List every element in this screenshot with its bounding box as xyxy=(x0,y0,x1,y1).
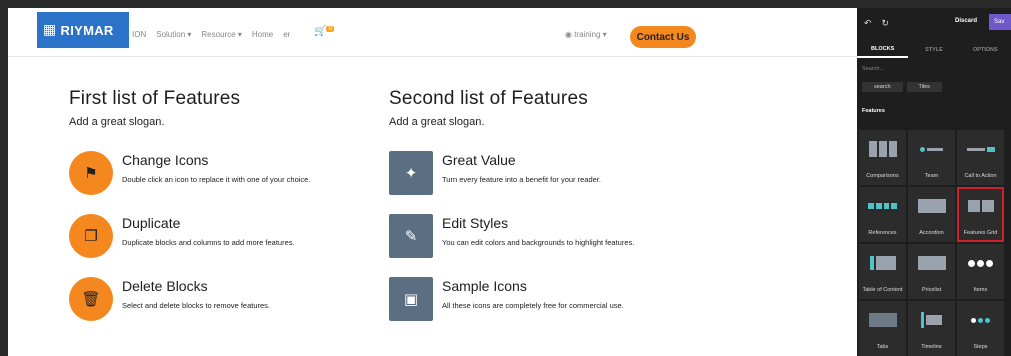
feature-desc: Duplicate blocks and columns to add more… xyxy=(122,238,295,247)
cart-badge: 0 xyxy=(326,26,334,32)
block-tile[interactable]: Tabs xyxy=(859,301,906,356)
search-input[interactable]: Search... xyxy=(860,66,1011,78)
block-tile[interactable]: Accordion xyxy=(908,187,955,242)
feature-title: Sample Icons xyxy=(442,278,527,294)
block-preview-icon xyxy=(966,140,995,158)
block-tile[interactable]: Team xyxy=(908,130,955,185)
magic-wand-icon[interactable]: ✦ xyxy=(389,151,433,195)
filter-tiles[interactable]: Tiles xyxy=(906,82,942,92)
block-preview-icon xyxy=(917,140,946,158)
logo[interactable]: ▦ RIYMAR xyxy=(37,12,129,48)
feature-desc: You can edit colors and backgrounds to h… xyxy=(442,238,635,247)
block-preview-icon xyxy=(917,311,946,329)
cart-button[interactable]: 🛒 0 xyxy=(314,26,334,37)
panel-tabs: BLOCKS STYLE OPTIONS xyxy=(857,38,1011,62)
feature-item[interactable]: ⚑ Change Icons Double click an icon to re… xyxy=(69,151,310,195)
block-preview-icon xyxy=(868,311,897,329)
feature-desc: Select and delete blocks to remove featu… xyxy=(122,301,271,310)
block-preview-icon xyxy=(868,197,897,215)
user-icon: ◉ xyxy=(565,30,575,39)
feature-title: Edit Styles xyxy=(442,215,509,231)
block-tile-selected[interactable]: Features Grid xyxy=(957,187,1004,242)
block-preview-icon xyxy=(966,254,995,272)
eyedropper-icon[interactable]: ✎ xyxy=(389,214,433,258)
contact-button[interactable]: Contact Us xyxy=(630,26,696,48)
section-slogan: Add a great slogan. xyxy=(389,116,485,128)
section-title: First list of Features xyxy=(69,88,241,109)
block-tile[interactable]: Pricelist xyxy=(908,244,955,299)
discard-button[interactable]: Discard xyxy=(955,18,977,24)
feature-title: Duplicate xyxy=(122,215,181,231)
filter-search[interactable]: search xyxy=(862,82,903,92)
section-label: Features xyxy=(862,108,885,114)
tab-options[interactable]: OPTIONS xyxy=(960,43,1011,57)
feature-item[interactable]: ✎ Edit Styles You can edit colors and bac… xyxy=(389,214,634,258)
site-navbar: ▦ RIYMAR ION Solution ▾ Resource ▾ Home e… xyxy=(8,8,857,57)
feature-title: Change Icons xyxy=(122,152,209,168)
block-tile[interactable]: Timeline xyxy=(908,301,955,356)
nav-link[interactable]: Resource ▾ xyxy=(201,30,241,39)
block-tile[interactable]: Items xyxy=(957,244,1004,299)
undo-icon[interactable]: ↶ xyxy=(864,18,872,29)
section-title: Second list of Features xyxy=(389,88,588,109)
nav-link[interactable]: Solution ▾ xyxy=(156,30,191,39)
block-tile[interactable]: Steps xyxy=(957,301,1004,356)
feature-item[interactable]: ❐ Duplicate Duplicate blocks and columns … xyxy=(69,214,295,258)
block-preview-icon xyxy=(966,197,995,215)
flag-icon[interactable]: ⚑ xyxy=(69,151,113,195)
block-tile[interactable]: Call to Action xyxy=(957,130,1004,185)
nav-link[interactable]: ION xyxy=(132,30,146,39)
feature-desc: Turn every feature into a benefit for yo… xyxy=(442,175,601,184)
feature-item[interactable]: ✦ Great Value Turn every feature into a b… xyxy=(389,151,601,195)
redo-icon[interactable]: ↻ xyxy=(882,18,890,29)
block-preview-icon xyxy=(966,311,995,329)
feature-title: Delete Blocks xyxy=(122,278,208,294)
feature-item[interactable]: ▣ Sample Icons All these icons are comple… xyxy=(389,277,624,321)
image-icon[interactable]: ▣ xyxy=(389,277,433,321)
nav-link[interactable]: er xyxy=(283,30,290,39)
page-canvas: ▦ RIYMAR ION Solution ▾ Resource ▾ Home e… xyxy=(0,0,857,356)
tab-blocks[interactable]: BLOCKS xyxy=(857,42,909,58)
feature-desc: All these icons are completely free for … xyxy=(442,301,624,310)
feature-desc: Double click an icon to replace it with … xyxy=(122,175,311,184)
copy-icon[interactable]: ❐ xyxy=(69,214,113,258)
block-tile[interactable]: Table of Content xyxy=(859,244,906,299)
logo-icon: ▦ xyxy=(43,22,57,38)
save-button[interactable]: Sav xyxy=(989,14,1011,30)
blocks-panel: ↶ ↻ Discard Sav BLOCKS STYLE OPTIONS Sea… xyxy=(857,8,1011,356)
block-tile[interactable]: Comparisons xyxy=(859,130,906,185)
section-slogan: Add a great slogan. xyxy=(69,116,165,128)
logo-text: RIYMAR xyxy=(60,22,114,38)
trash-icon[interactable]: 🗑 xyxy=(69,277,113,321)
filter-buttons: search Tiles xyxy=(862,82,1011,92)
block-preview-icon xyxy=(868,254,897,272)
cart-icon: 🛒 xyxy=(314,26,327,37)
block-tile[interactable]: References xyxy=(859,187,906,242)
nav-links: ION Solution ▾ Resource ▾ Home er xyxy=(132,30,290,39)
features-column-1: First list of Features Add a great sloga… xyxy=(69,88,240,128)
tab-style[interactable]: STYLE xyxy=(908,43,959,57)
block-preview-icon xyxy=(868,140,897,158)
feature-item[interactable]: 🗑 Delete Blocks Select and delete blocks … xyxy=(69,277,270,321)
panel-toolbar: ↶ ↻ Discard Sav xyxy=(857,8,1011,38)
blocks-grid: Comparisons Team Call to Action Referenc… xyxy=(859,130,1004,356)
block-preview-icon xyxy=(917,254,946,272)
nav-link[interactable]: Home xyxy=(252,30,273,39)
user-menu[interactable]: ◉ training ▾ xyxy=(565,30,607,39)
block-preview-icon xyxy=(917,197,946,215)
feature-title: Great Value xyxy=(442,152,516,168)
features-column-2: Second list of Features Add a great slog… xyxy=(389,88,588,128)
